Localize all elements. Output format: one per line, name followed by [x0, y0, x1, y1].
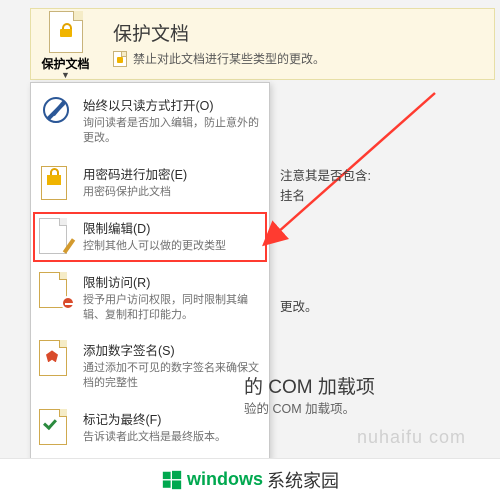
- signature-icon: [39, 340, 73, 376]
- protect-document-menu: 始终以只读方式打开(O) 询问读者是否加入编辑，防止意外的更改。 用密码进行加密…: [30, 82, 270, 460]
- watermark: nuhaifu com: [357, 427, 466, 448]
- bg-text: 更改。: [280, 296, 318, 315]
- lock-page-icon: [113, 51, 127, 67]
- lock-page-icon: [49, 11, 83, 53]
- menu-item-readonly[interactable]: 始终以只读方式打开(O) 询问读者是否加入编辑，防止意外的更改。: [31, 87, 269, 156]
- menu-item-desc: 用密码保护此文档: [83, 185, 187, 200]
- menu-item-title: 限制访问(R): [83, 272, 259, 291]
- menu-item-title: 限制编辑(D): [83, 218, 226, 237]
- menu-item-desc: 授予用户访问权限，同时限制其编辑、复制和打印能力。: [83, 293, 259, 323]
- encrypt-icon: [39, 164, 73, 200]
- chevron-down-icon: ▼: [61, 72, 70, 78]
- windows-logo-icon: [161, 469, 183, 491]
- menu-item-title: 标记为最终(F): [83, 409, 226, 428]
- menu-item-mark-final[interactable]: 标记为最终(F) 告诉读者此文档是最终版本。: [31, 401, 269, 455]
- protect-document-button[interactable]: 保护文档 ▼: [31, 9, 101, 79]
- com-addin-title: 的 COM 加载项: [244, 372, 375, 399]
- menu-item-desc: 控制其他人可以做的更改类型: [83, 239, 226, 254]
- mark-final-icon: [39, 409, 73, 445]
- protect-document-banner: 保护文档 ▼ 保护文档 禁止对此文档进行某些类型的更改。: [30, 8, 495, 80]
- menu-item-title: 用密码进行加密(E): [83, 164, 187, 183]
- menu-item-restrict-editing[interactable]: 限制编辑(D) 控制其他人可以做的更改类型: [31, 210, 269, 264]
- menu-item-encrypt[interactable]: 用密码进行加密(E) 用密码保护此文档: [31, 156, 269, 210]
- bg-text: 挂名: [280, 185, 305, 204]
- restrict-edit-icon: [39, 218, 73, 254]
- footer-brand: windows系统家园: [0, 458, 500, 500]
- brand-right: 系统家园: [267, 467, 339, 493]
- menu-item-desc: 告诉读者此文档是最终版本。: [83, 430, 226, 445]
- menu-item-title: 始终以只读方式打开(O): [83, 95, 259, 114]
- brand-left: windows: [187, 469, 263, 490]
- restrict-access-icon: [39, 272, 73, 308]
- banner-subtitle: 禁止对此文档进行某些类型的更改。: [133, 50, 325, 67]
- bg-text: 注意其是否包含:: [280, 165, 371, 184]
- menu-item-desc: 询问读者是否加入编辑，防止意外的更改。: [83, 116, 259, 146]
- protect-button-label: 保护文档: [41, 55, 89, 72]
- menu-item-digital-signature[interactable]: 添加数字签名(S) 通过添加不可见的数字签名来确保文档的完整性: [31, 332, 269, 401]
- menu-item-desc: 通过添加不可见的数字签名来确保文档的完整性: [83, 361, 259, 391]
- menu-item-restrict-access[interactable]: 限制访问(R) 授予用户访问权限，同时限制其编辑、复制和打印能力。: [31, 264, 269, 333]
- menu-item-title: 添加数字签名(S): [83, 340, 259, 359]
- com-addin-sub: 验的 COM 加载项。: [244, 398, 355, 417]
- banner-title: 保护文档: [113, 19, 325, 46]
- readonly-icon: [39, 95, 73, 131]
